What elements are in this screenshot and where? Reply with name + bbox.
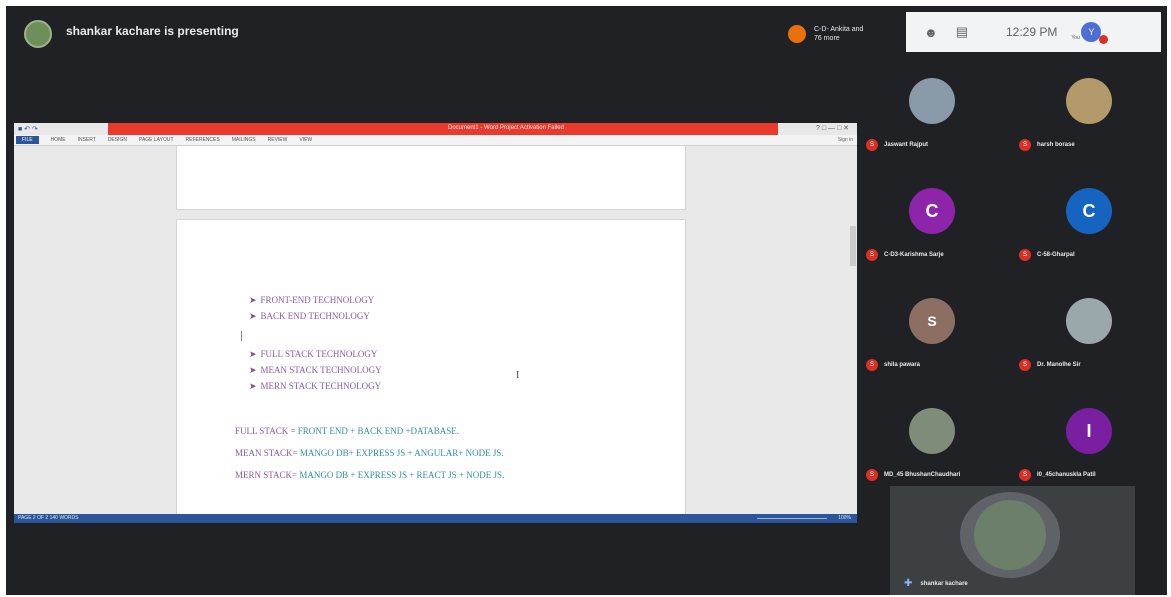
participant-avatar: [1066, 298, 1112, 344]
tab-references[interactable]: REFERENCES: [186, 137, 220, 143]
self-name: shankar kachare: [920, 580, 968, 587]
participant-avatar: I: [1066, 408, 1112, 454]
word-ribbon-tabs: FILE HOME INSERT DESIGN PAGE LAYOUT REFE…: [14, 135, 857, 146]
participant-avatar: C: [909, 188, 955, 234]
participant-avatar: [1066, 78, 1112, 124]
participant-tile[interactable]: S C-58-Gharpal: [1019, 248, 1075, 262]
participant-tile[interactable]: S Dr. Manolhe Sir: [1019, 358, 1081, 372]
meeting-toolbar: ☻ ▤ 12:29 PM You Y: [906, 12, 1161, 52]
participant-dot-icon: [788, 25, 806, 43]
tab-page-layout[interactable]: PAGE LAYOUT: [139, 137, 174, 143]
tab-design[interactable]: DESIGN: [108, 137, 127, 143]
mic-active-icon: ✚: [904, 578, 913, 589]
document-area[interactable]: ➤ FRONT-END TECHNOLOGY ➤ BACK END TECHNOLO…: [14, 146, 857, 521]
recording-badge-icon: S: [1019, 139, 1031, 151]
word-statusbar: PAGE 2 OF 2 140 WORDS 100%: [14, 514, 857, 523]
tab-mailings[interactable]: MAILINGS: [232, 137, 256, 143]
list-item: ➤ BACK END TECHNOLOGY: [249, 311, 370, 321]
quick-access-toolbar-icon[interactable]: ■ ↶ ↷: [18, 125, 38, 133]
participant-tile[interactable]: S C-D3-Karishma Sarje: [866, 248, 944, 262]
other-participants-chip[interactable]: C-D- Ankita and 76 more: [788, 18, 864, 50]
chat-icon[interactable]: ▤: [956, 24, 968, 40]
page-previous: [176, 146, 686, 210]
recording-badge-icon: S: [1019, 469, 1031, 481]
shared-screen: ■ ↶ ↷ Document1 - Word Project Activatio…: [14, 123, 857, 523]
vertical-scrollbar[interactable]: [850, 226, 856, 266]
tab-file[interactable]: FILE: [16, 136, 39, 144]
recording-badge-icon: S: [1019, 249, 1031, 261]
people-icon[interactable]: ☻: [924, 25, 938, 40]
meet-window: shankar kachare is presenting C-D- Ankit…: [6, 6, 1167, 595]
tab-home[interactable]: HOME: [51, 137, 66, 143]
self-view-tile[interactable]: ✚ shankar kachare: [890, 486, 1135, 595]
activation-failed-bar: Document1 - Word Project Activation Fail…: [108, 123, 778, 135]
participant-tile[interactable]: S MD_45 BhushanChaudhari: [866, 468, 960, 482]
list-item: ➤ MERN STACK TECHNOLOGY: [249, 381, 382, 391]
presenter-avatar: [24, 20, 52, 48]
list-item: ➤ FULL STACK TECHNOLOGY: [249, 349, 378, 359]
window-controls-icon[interactable]: ? □ — □ ✕: [816, 124, 849, 132]
self-avatar: [974, 500, 1046, 570]
tab-view[interactable]: VIEW: [299, 137, 312, 143]
you-label: You: [1071, 35, 1080, 41]
recording-badge-icon: S: [1019, 359, 1031, 371]
participant-tile[interactable]: S Jaswant Rajput: [866, 138, 928, 152]
list-item: ➤ FRONT-END TECHNOLOGY: [249, 295, 375, 305]
bullet-list: ➤ FRONT-END TECHNOLOGY ➤ BACK END TECHNOLO…: [249, 295, 382, 397]
clock-time: 12:29 PM: [1005, 25, 1058, 39]
word-count: PAGE 2 OF 2 140 WORDS: [18, 515, 79, 521]
zoom-slider[interactable]: [757, 518, 827, 519]
presenter-bar: shankar kachare is presenting: [6, 6, 856, 66]
participant-tile[interactable]: S I0_45chanuskla Patil: [1019, 468, 1096, 482]
formula-line: FULL STACK = FRONT END + BACK END +DATAB…: [235, 426, 460, 436]
formula-line: MERN STACK= MANGO DB + EXPRESS JS + REAC…: [235, 470, 505, 480]
others-label: C-D- Ankita and 76 more: [814, 26, 864, 42]
participant-avatar: S: [909, 298, 955, 344]
participant-avatar: [909, 408, 955, 454]
formula-line: MEAN STACK= MANGO DB+ EXPRESS JS + ANGUL…: [235, 448, 504, 458]
participant-avatar: C: [1066, 188, 1112, 234]
word-titlebar: ■ ↶ ↷ Document1 - Word Project Activatio…: [14, 123, 857, 135]
recording-badge-icon: S: [866, 249, 878, 261]
participant-tile[interactable]: Sharsh borase: [1019, 138, 1075, 152]
zoom-level: 100%: [838, 515, 851, 521]
list-item: ➤ MEAN STACK TECHNOLOGY: [249, 365, 382, 375]
participant-tile[interactable]: Sshila pawara: [866, 358, 920, 372]
recording-badge-icon: S: [866, 359, 878, 371]
page-current[interactable]: ➤ FRONT-END TECHNOLOGY ➤ BACK END TECHNOLO…: [176, 219, 686, 521]
self-name-row: ✚ shankar kachare: [904, 578, 968, 589]
participant-avatar: [909, 78, 955, 124]
text-cursor: [241, 331, 242, 341]
notification-badge: [1099, 35, 1109, 44]
recording-badge-icon: S: [866, 139, 878, 151]
presenting-label: shankar kachare is presenting: [66, 24, 239, 38]
tab-insert[interactable]: INSERT: [78, 137, 96, 143]
recording-badge-icon: S: [866, 469, 878, 481]
you-avatar[interactable]: You Y: [1071, 19, 1109, 45]
sign-in-link[interactable]: Sign in: [838, 137, 853, 143]
word-title: Document1 - Word Project Activation Fail…: [448, 125, 564, 131]
you-initial: Y: [1081, 22, 1102, 42]
ibeam-cursor-icon: I: [516, 370, 520, 381]
tab-review[interactable]: REVIEW: [268, 137, 288, 143]
